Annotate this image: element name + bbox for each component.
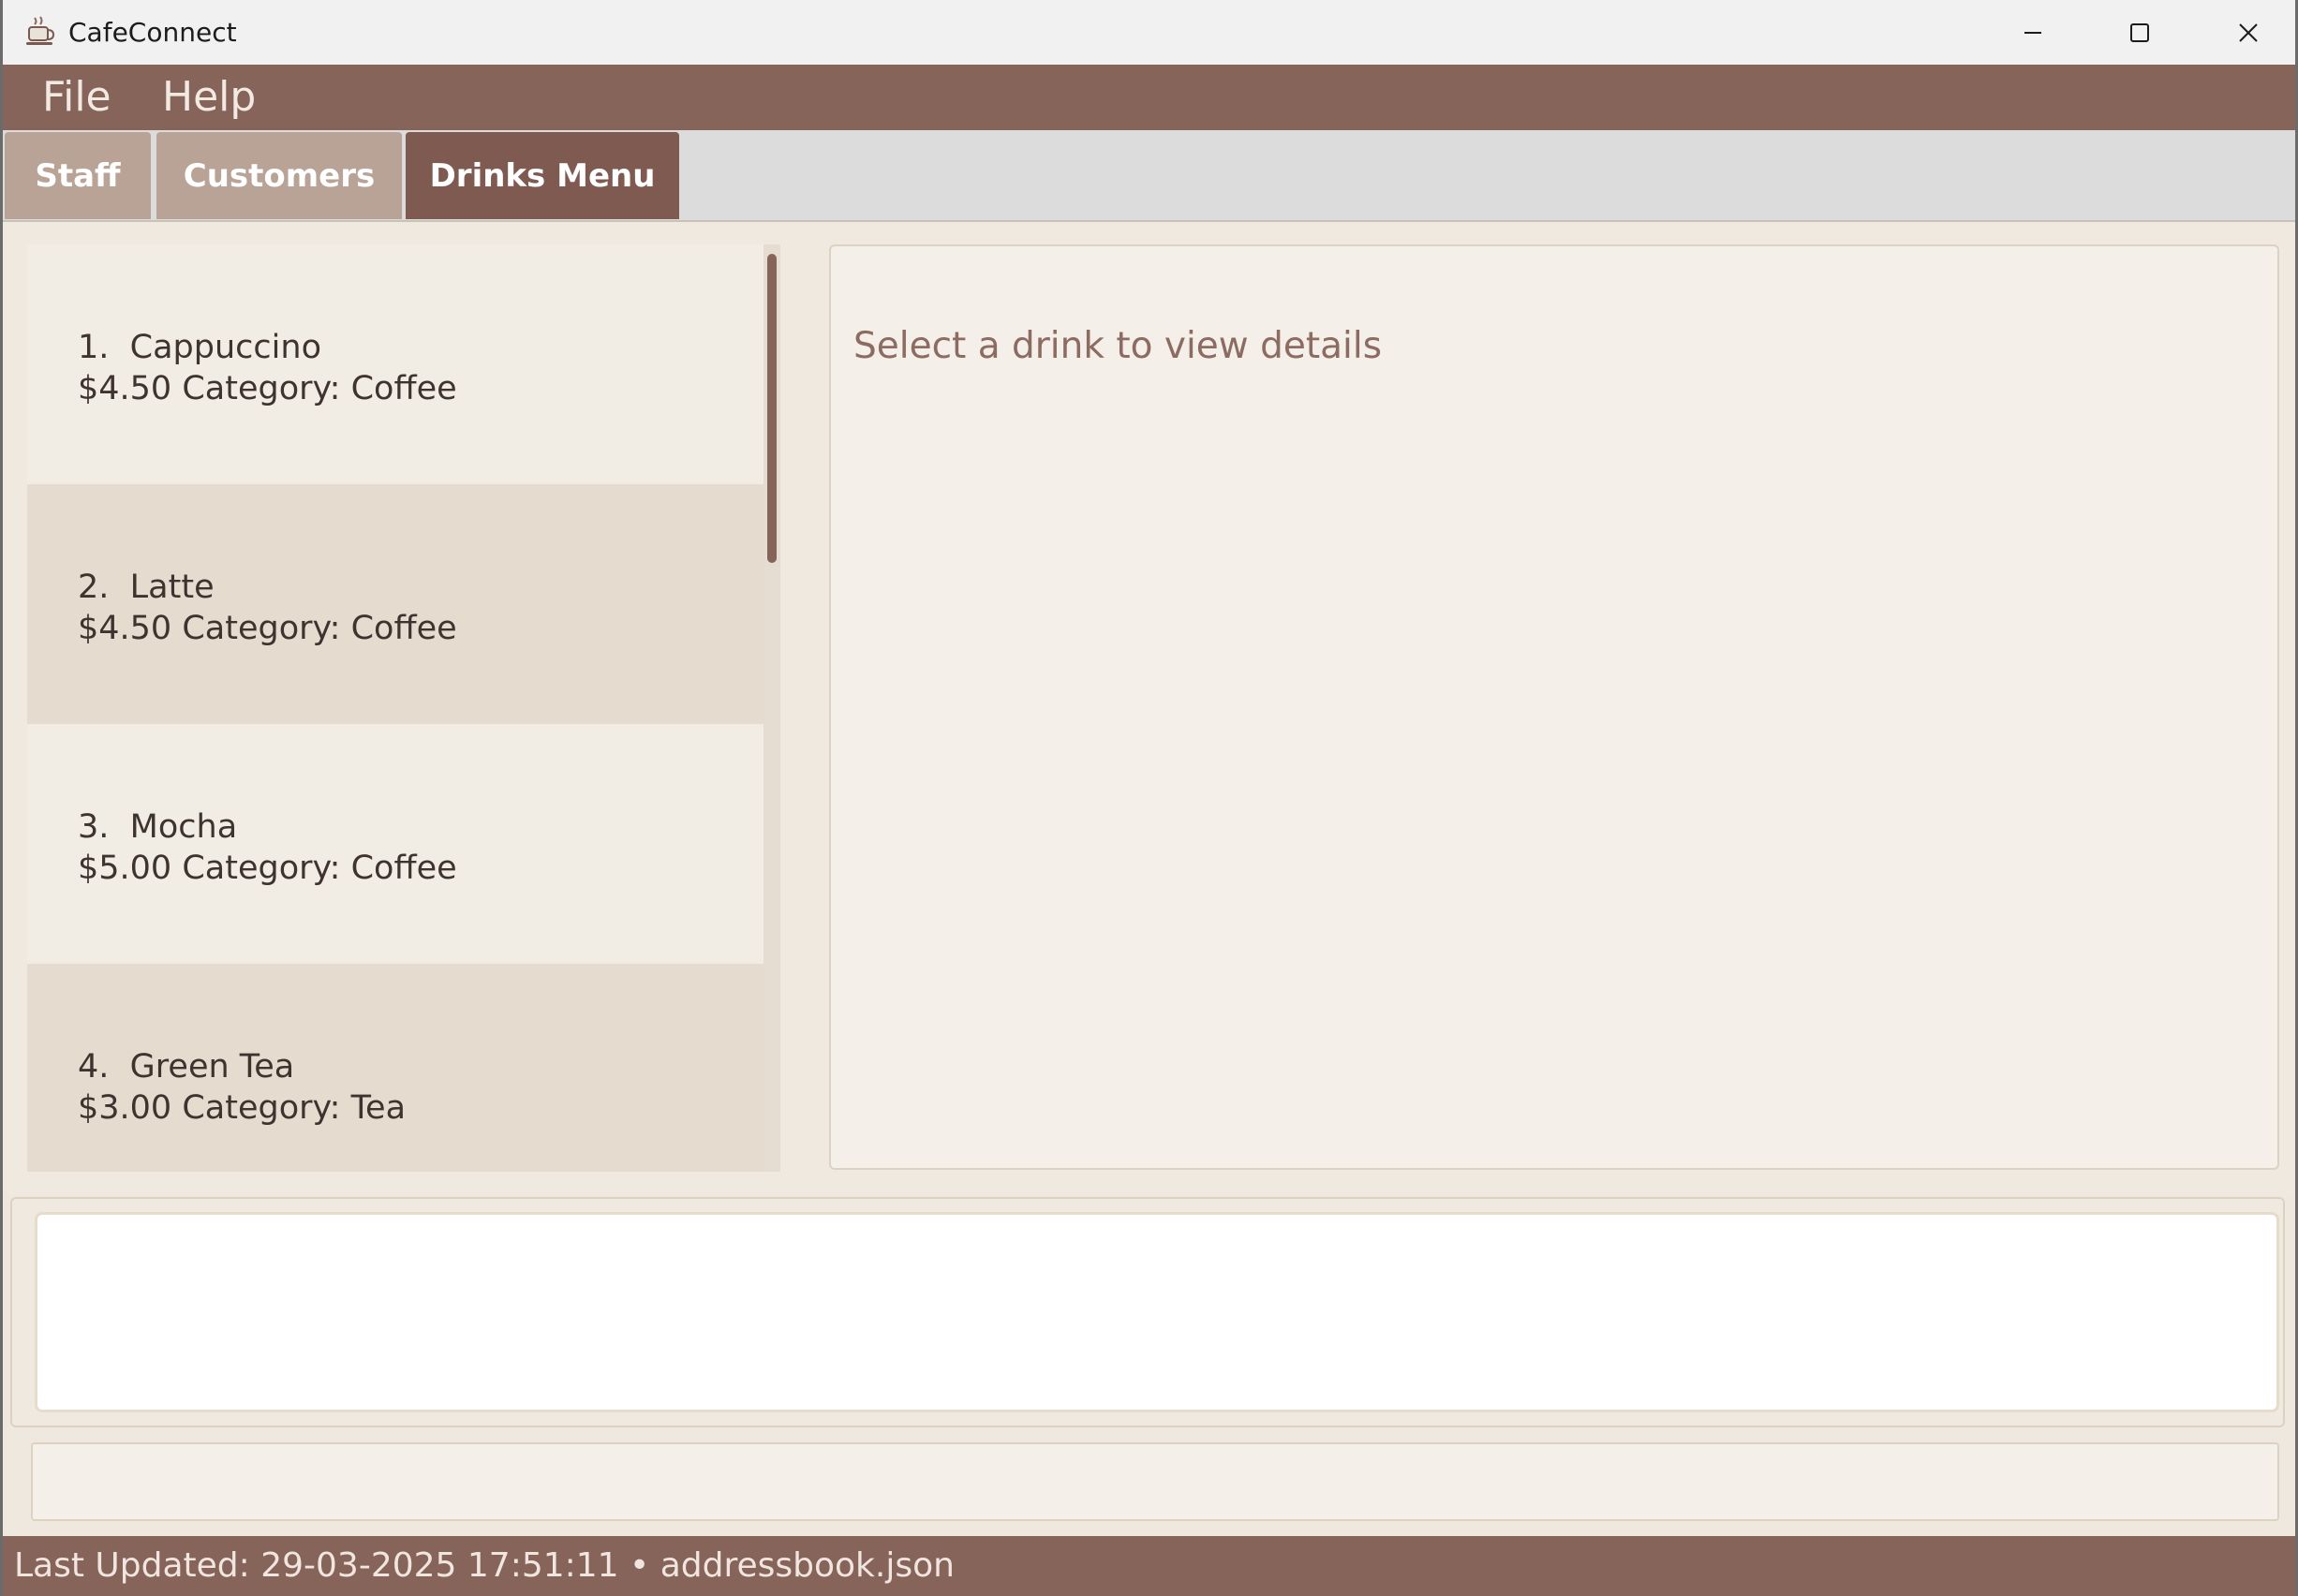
close-icon (2239, 22, 2258, 42)
maximize-button[interactable] (2088, 0, 2191, 65)
coffee-cup-icon (26, 16, 55, 45)
item-price: $4.50 (78, 610, 172, 647)
menu-file[interactable]: File (42, 65, 111, 130)
list-item[interactable]: 4. Green Tea $3.00 Category: Tea (27, 964, 764, 1172)
tab-customers[interactable]: Customers (156, 132, 402, 219)
list-scrollbar[interactable] (764, 244, 780, 1172)
item-name: Mocha (129, 808, 238, 846)
result-display (31, 1442, 2279, 1521)
item-name: Cappuccino (129, 329, 321, 366)
item-index: 1. (78, 329, 110, 366)
minimize-button[interactable] (1981, 0, 2084, 65)
tab-staff[interactable]: Staff (5, 132, 151, 219)
window-title: CafeConnect (68, 17, 237, 48)
main-content: 1. Cappuccino $4.50 Category: Coffee 2. … (3, 222, 2295, 1194)
menu-bar: File Help (3, 65, 2295, 130)
status-bar: Last Updated: 29-03-2025 17:51:11 • addr… (3, 1536, 2295, 1596)
tab-drinks-menu[interactable]: Drinks Menu (406, 132, 679, 219)
item-name: Latte (129, 569, 215, 606)
app-window: CafeConnect File Help Staff Customers Dr… (0, 0, 2298, 1596)
list-item[interactable]: 3. Mocha $5.00 Category: Coffee (27, 724, 764, 964)
command-input[interactable] (35, 1212, 2279, 1412)
tab-bar: Staff Customers Drinks Menu (3, 130, 2295, 222)
status-text: Last Updated: 29-03-2025 17:51:11 • addr… (14, 1546, 955, 1585)
list-item[interactable]: 2. Latte $4.50 Category: Coffee (27, 484, 764, 724)
title-bar: CafeConnect (3, 0, 2295, 65)
item-price: $5.00 (78, 850, 172, 887)
command-box (10, 1197, 2285, 1427)
drink-detail-panel: Select a drink to view details (829, 244, 2279, 1170)
maximize-icon (2130, 22, 2149, 42)
scrollbar-thumb[interactable] (767, 254, 777, 563)
list-item[interactable]: 1. Cappuccino $4.50 Category: Coffee (27, 244, 764, 484)
item-category: Coffee (350, 370, 457, 407)
drinks-list[interactable]: 1. Cappuccino $4.50 Category: Coffee 2. … (27, 244, 780, 1172)
item-index: 2. (78, 569, 110, 606)
item-name: Green Tea (129, 1048, 295, 1086)
item-index: 4. (78, 1048, 110, 1086)
menu-help[interactable]: Help (162, 65, 256, 130)
item-price: $4.50 (78, 370, 172, 407)
item-index: 3. (78, 808, 110, 846)
item-category-label: Category: (182, 850, 341, 887)
item-price: $3.00 (78, 1089, 172, 1127)
minimize-icon (2024, 31, 2041, 34)
item-category-label: Category: (182, 610, 341, 647)
item-category: Coffee (350, 850, 457, 887)
item-category-label: Category: (182, 1089, 341, 1127)
item-category: Coffee (350, 610, 457, 647)
item-category-label: Category: (182, 370, 341, 407)
detail-placeholder: Select a drink to view details (853, 325, 1383, 367)
close-button[interactable] (2197, 0, 2295, 65)
item-category: Tea (350, 1089, 407, 1127)
